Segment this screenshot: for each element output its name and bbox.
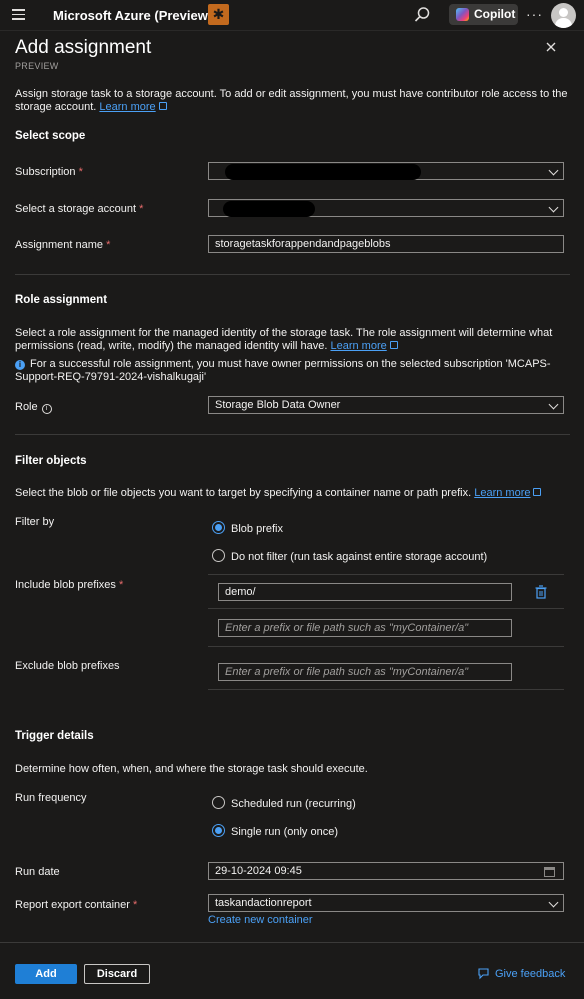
trigger-description: Determine how often, when, and where the…	[15, 763, 368, 775]
copilot-icon	[456, 8, 469, 21]
assignment-name-input[interactable]: storagetaskforappendandpageblobs	[208, 235, 564, 253]
preview-label: PREVIEW	[15, 61, 59, 71]
delete-icon[interactable]	[535, 585, 547, 599]
no-filter-radio[interactable]	[212, 549, 225, 562]
include-prefixes-label: Include blob prefixes *	[15, 579, 124, 591]
trigger-details-heading: Trigger details	[15, 730, 94, 742]
add-button[interactable]: Add	[15, 964, 77, 984]
create-container-link[interactable]: Create new container	[208, 914, 313, 926]
scheduled-run-radio[interactable]	[212, 796, 225, 809]
hamburger-menu-icon[interactable]	[12, 9, 25, 20]
divider	[208, 608, 564, 609]
role-assignment-heading: Role assignment	[15, 294, 108, 306]
intro-text: Assign storage task to a storage account…	[15, 88, 568, 113]
report-container-label: Report export container *	[15, 899, 138, 911]
run-frequency-label: Run frequency	[15, 792, 87, 804]
info-circle-icon[interactable]: i	[41, 404, 52, 414]
filter-description: Select the blob or file objects you want…	[15, 487, 570, 500]
filter-by-label: Filter by	[15, 516, 55, 528]
run-date-label: Run date	[15, 866, 60, 878]
subscription-label: Subscription *	[15, 166, 83, 178]
storage-account-dropdown[interactable]	[208, 199, 564, 217]
copilot-label: Copilot	[474, 7, 516, 21]
give-feedback-link[interactable]: Give feedback	[495, 968, 565, 980]
divider	[15, 274, 570, 275]
run-date-input[interactable]: 29-10-2024 09:45	[208, 862, 564, 880]
report-container-dropdown[interactable]: taskandactionreport	[208, 894, 564, 912]
close-icon[interactable]	[544, 40, 558, 54]
divider	[208, 689, 564, 690]
role-info-message: i For a successful role assignment, you m…	[15, 358, 551, 383]
copilot-button[interactable]: Copilot	[449, 4, 518, 25]
role-description: Select a role assignment for the managed…	[15, 327, 553, 352]
search-icon[interactable]	[413, 6, 431, 24]
filter-learn-more-link[interactable]: Learn more	[474, 487, 530, 499]
role-dropdown[interactable]: Storage Blob Data Owner	[208, 396, 564, 414]
include-prefix-input[interactable]: demo/	[218, 583, 512, 601]
blob-prefix-radio-label[interactable]: Blob prefix	[231, 523, 283, 535]
assignment-name-label: Assignment name *	[15, 239, 111, 251]
calendar-icon[interactable]	[544, 867, 555, 877]
blob-prefix-radio[interactable]	[212, 521, 225, 534]
more-options-icon[interactable]: ···	[526, 6, 543, 22]
app-title[interactable]: Microsoft Azure (Preview)	[53, 8, 212, 23]
scheduled-run-radio-label[interactable]: Scheduled run (recurring)	[231, 798, 356, 810]
no-filter-radio-label[interactable]: Do not filter (run task against entire s…	[231, 551, 487, 563]
divider	[15, 434, 570, 435]
subscription-dropdown[interactable]	[208, 162, 564, 180]
new-prefix-input[interactable]: Enter a prefix or file path such as "myC…	[218, 619, 512, 637]
page-title: Add assignment	[15, 37, 152, 58]
divider	[208, 646, 564, 647]
top-bar: Microsoft Azure (Preview) ✱ Copilot ···	[0, 0, 584, 31]
single-run-radio-label[interactable]: Single run (only once)	[231, 826, 338, 838]
bug-report-icon[interactable]: ✱	[208, 4, 229, 25]
divider	[208, 574, 564, 575]
external-link-icon	[158, 102, 167, 110]
redacted-value	[225, 164, 421, 180]
avatar[interactable]	[551, 3, 576, 28]
footer: Add Discard Give feedback	[0, 942, 584, 999]
discard-button[interactable]: Discard	[84, 964, 150, 984]
role-learn-more-link[interactable]: Learn more	[330, 340, 386, 352]
exclude-prefix-input[interactable]: Enter a prefix or file path such as "myC…	[218, 663, 512, 681]
info-icon: i	[15, 360, 25, 370]
single-run-radio[interactable]	[212, 824, 225, 837]
feedback-icon[interactable]	[478, 967, 491, 980]
select-scope-heading: Select scope	[15, 130, 86, 142]
exclude-prefixes-label: Exclude blob prefixes	[15, 660, 120, 672]
storage-account-label: Select a storage account *	[15, 203, 144, 215]
filter-objects-heading: Filter objects	[15, 455, 87, 467]
role-label: Role i	[15, 401, 52, 414]
learn-more-link[interactable]: Learn more	[99, 101, 155, 113]
redacted-value	[223, 201, 315, 217]
external-link-icon	[389, 341, 398, 349]
external-link-icon	[533, 488, 542, 496]
